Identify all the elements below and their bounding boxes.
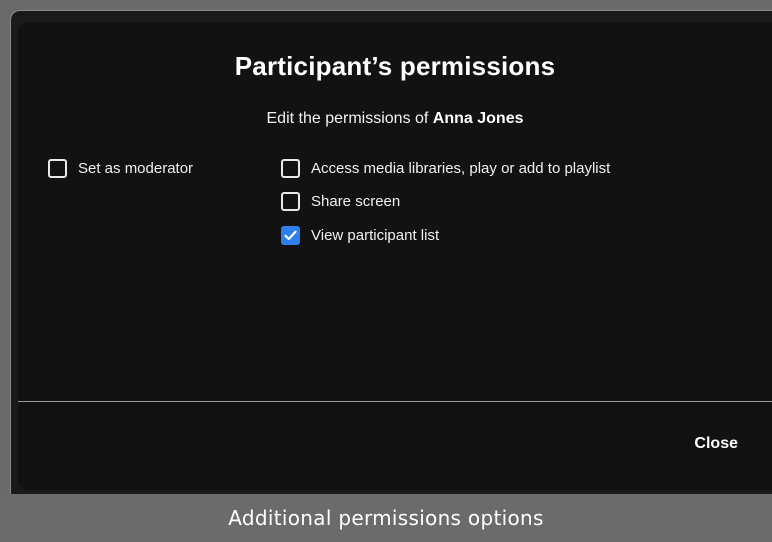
screenshot-frame: Participant’s permissions Edit the permi…	[0, 0, 772, 542]
permissions-dialog: Participant’s permissions Edit the permi…	[18, 22, 772, 490]
close-button[interactable]: Close	[694, 435, 738, 453]
check-icon	[284, 230, 297, 240]
permission-set-as-moderator[interactable]: Set as moderator	[48, 157, 193, 179]
permission-share-screen[interactable]: Share screen	[281, 190, 400, 212]
caption-bar: Additional permissions options	[0, 494, 772, 542]
checkbox-share-screen[interactable]	[281, 191, 300, 211]
dialog-subtitle: Edit the permissions of Anna Jones	[18, 110, 772, 128]
permission-access-media-libraries[interactable]: Access media libraries, play or add to p…	[281, 157, 610, 179]
dialog-title: Participant’s permissions	[234, 51, 556, 81]
permission-label: Set as moderator	[78, 159, 194, 177]
checkbox-access-media-libraries[interactable]	[281, 158, 300, 178]
checkbox-view-participant-list[interactable]	[281, 225, 300, 245]
participant-name: Anna Jones	[432, 110, 524, 127]
permission-label: View participant list	[311, 226, 440, 244]
permission-view-participant-list[interactable]: View participant list	[281, 224, 439, 246]
permission-label: Share screen	[311, 192, 401, 210]
dialog-footer-divider	[18, 401, 772, 402]
checkbox-set-as-moderator[interactable]	[48, 158, 67, 178]
subtitle-prefix: Edit the permissions of	[266, 110, 433, 127]
permission-label: Access media libraries, play or add to p…	[311, 159, 611, 177]
